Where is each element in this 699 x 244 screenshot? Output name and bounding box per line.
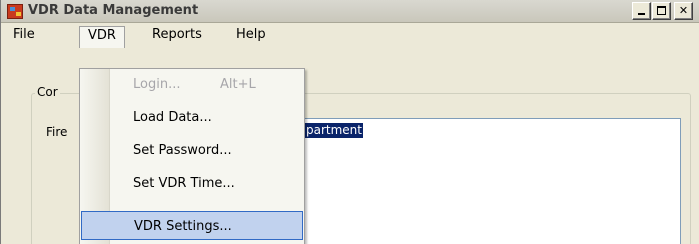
minimize-button[interactable] (632, 2, 651, 20)
window-title: VDR Data Management (28, 3, 199, 18)
close-button[interactable]: ✕ (674, 2, 693, 20)
menu-bar: File VDR Reports Help (1, 23, 699, 48)
menu-reports[interactable]: Reports (144, 26, 210, 46)
menu-item-label: Set Password... (133, 143, 232, 158)
maximize-icon (657, 6, 666, 15)
menu-item-label: VDR Settings... (134, 219, 232, 234)
close-icon: ✕ (678, 4, 689, 17)
group-box-title: Cor (35, 85, 60, 99)
title-bar[interactable]: VDR Data Management ✕ (1, 0, 699, 23)
menu-item-set-password[interactable]: Set Password... (81, 136, 303, 165)
menu-file[interactable]: File (5, 26, 43, 46)
minimize-icon (638, 13, 645, 15)
menu-item-load-data[interactable]: Load Data... (81, 103, 303, 132)
menu-vdr[interactable]: VDR (79, 26, 125, 48)
selected-text[interactable]: partment (305, 123, 363, 138)
menu-item-label: Login... (133, 77, 181, 92)
menu-item-shortcut: Alt+L (220, 77, 256, 92)
menu-item-label: Load Data... (133, 110, 212, 125)
menu-help[interactable]: Help (228, 26, 274, 46)
field-label: Fire (46, 125, 68, 139)
menu-item-set-vdr-time[interactable]: Set VDR Time... (81, 169, 303, 198)
app-window: VDR Data Management ✕ File VDR Reports H… (0, 0, 699, 244)
menu-item-vdr-settings[interactable]: VDR Settings... (81, 211, 303, 240)
menu-item-label: Set VDR Time... (133, 176, 235, 191)
vdr-dropdown-menu: Login... Alt+L Load Data... Set Password… (79, 68, 305, 244)
app-icon[interactable] (7, 4, 23, 19)
menu-item-login[interactable]: Login... Alt+L (81, 70, 303, 99)
maximize-button[interactable] (652, 2, 671, 20)
